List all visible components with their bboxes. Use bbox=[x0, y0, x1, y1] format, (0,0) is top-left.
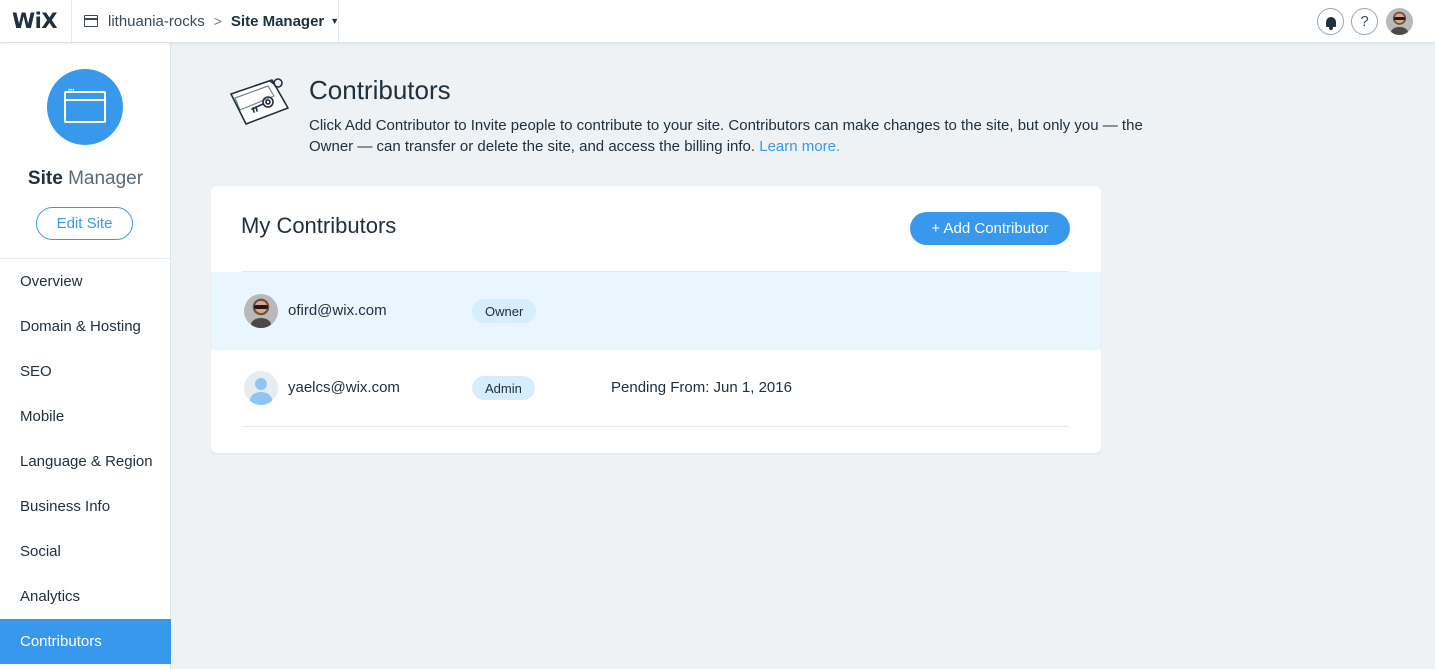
sidebar-item-analytics[interactable]: Analytics bbox=[0, 574, 171, 619]
sidebar-title-light: Manager bbox=[68, 168, 144, 189]
page-description: Click Add Contributor to Invite people t… bbox=[309, 115, 1149, 157]
topbar-divider bbox=[71, 0, 72, 42]
notifications-button[interactable] bbox=[1317, 8, 1344, 35]
sidebar-item-overview[interactable]: Overview bbox=[0, 259, 171, 304]
role-badge: Owner bbox=[472, 299, 537, 323]
table-row[interactable]: yaelcs@wix.com Admin Pending From: Jun 1… bbox=[211, 349, 1101, 427]
table-row[interactable]: ofird@wix.com Owner bbox=[211, 272, 1101, 350]
sidebar-title: Site Manager bbox=[0, 168, 171, 190]
site-icon bbox=[84, 15, 98, 27]
contributors-card: My Contributors + Add Contributor ofird@… bbox=[211, 186, 1101, 453]
card-title: My Contributors bbox=[241, 213, 397, 238]
page-description-text: Click Add Contributor to Invite people t… bbox=[309, 117, 1143, 155]
page-title: Contributors bbox=[309, 75, 451, 105]
sidebar-item-language-region[interactable]: Language & Region bbox=[0, 439, 171, 484]
sidebar-item-business-info[interactable]: Business Info bbox=[0, 484, 171, 529]
edit-site-button[interactable]: Edit Site bbox=[36, 207, 133, 240]
role-badge: Admin bbox=[472, 376, 535, 400]
site-manager-window-icon bbox=[64, 88, 106, 123]
pending-status: Pending From: Jun 1, 2016 bbox=[611, 379, 792, 396]
breadcrumb: lithuania-rocks > Site Manager ▼ bbox=[84, 0, 339, 42]
sidebar-item-social[interactable]: Social bbox=[0, 529, 171, 574]
help-button[interactable]: ? bbox=[1351, 8, 1378, 35]
sidebar-item-mobile[interactable]: Mobile bbox=[0, 394, 171, 439]
sidebar-nav: Overview Domain & Hosting SEO Mobile Lan… bbox=[0, 258, 171, 664]
contributor-email: yaelcs@wix.com bbox=[288, 379, 400, 396]
sidebar-title-bold: Site bbox=[27, 168, 63, 189]
sidebar-item-contributors[interactable]: Contributors bbox=[0, 619, 171, 664]
contributor-email: ofird@wix.com bbox=[288, 302, 387, 319]
breadcrumb-current-page[interactable]: Site Manager bbox=[231, 13, 324, 30]
user-avatar-icon[interactable] bbox=[1386, 8, 1413, 35]
add-contributor-button[interactable]: + Add Contributor bbox=[910, 212, 1070, 245]
breadcrumb-site-name[interactable]: lithuania-rocks bbox=[108, 13, 205, 30]
top-bar: WiX lithuania-rocks > Site Manager ▼ ? bbox=[0, 0, 1435, 43]
contributors-key-icon bbox=[230, 78, 289, 125]
divider bbox=[242, 426, 1069, 427]
user-avatar-icon bbox=[244, 294, 278, 328]
help-icon: ? bbox=[1360, 13, 1369, 30]
site-manager-badge bbox=[47, 69, 123, 145]
sidebar-item-domain-hosting[interactable]: Domain & Hosting bbox=[0, 304, 171, 349]
bell-icon bbox=[1325, 16, 1336, 30]
topbar-divider bbox=[338, 0, 339, 42]
learn-more-link[interactable]: Learn more. bbox=[759, 138, 840, 155]
breadcrumb-separator: > bbox=[213, 13, 222, 29]
sidebar: Site Manager Edit Site Overview Domain &… bbox=[0, 43, 171, 669]
sidebar-item-seo[interactable]: SEO bbox=[0, 349, 171, 394]
default-user-icon bbox=[244, 371, 278, 405]
wix-logo[interactable]: WiX bbox=[12, 9, 58, 33]
